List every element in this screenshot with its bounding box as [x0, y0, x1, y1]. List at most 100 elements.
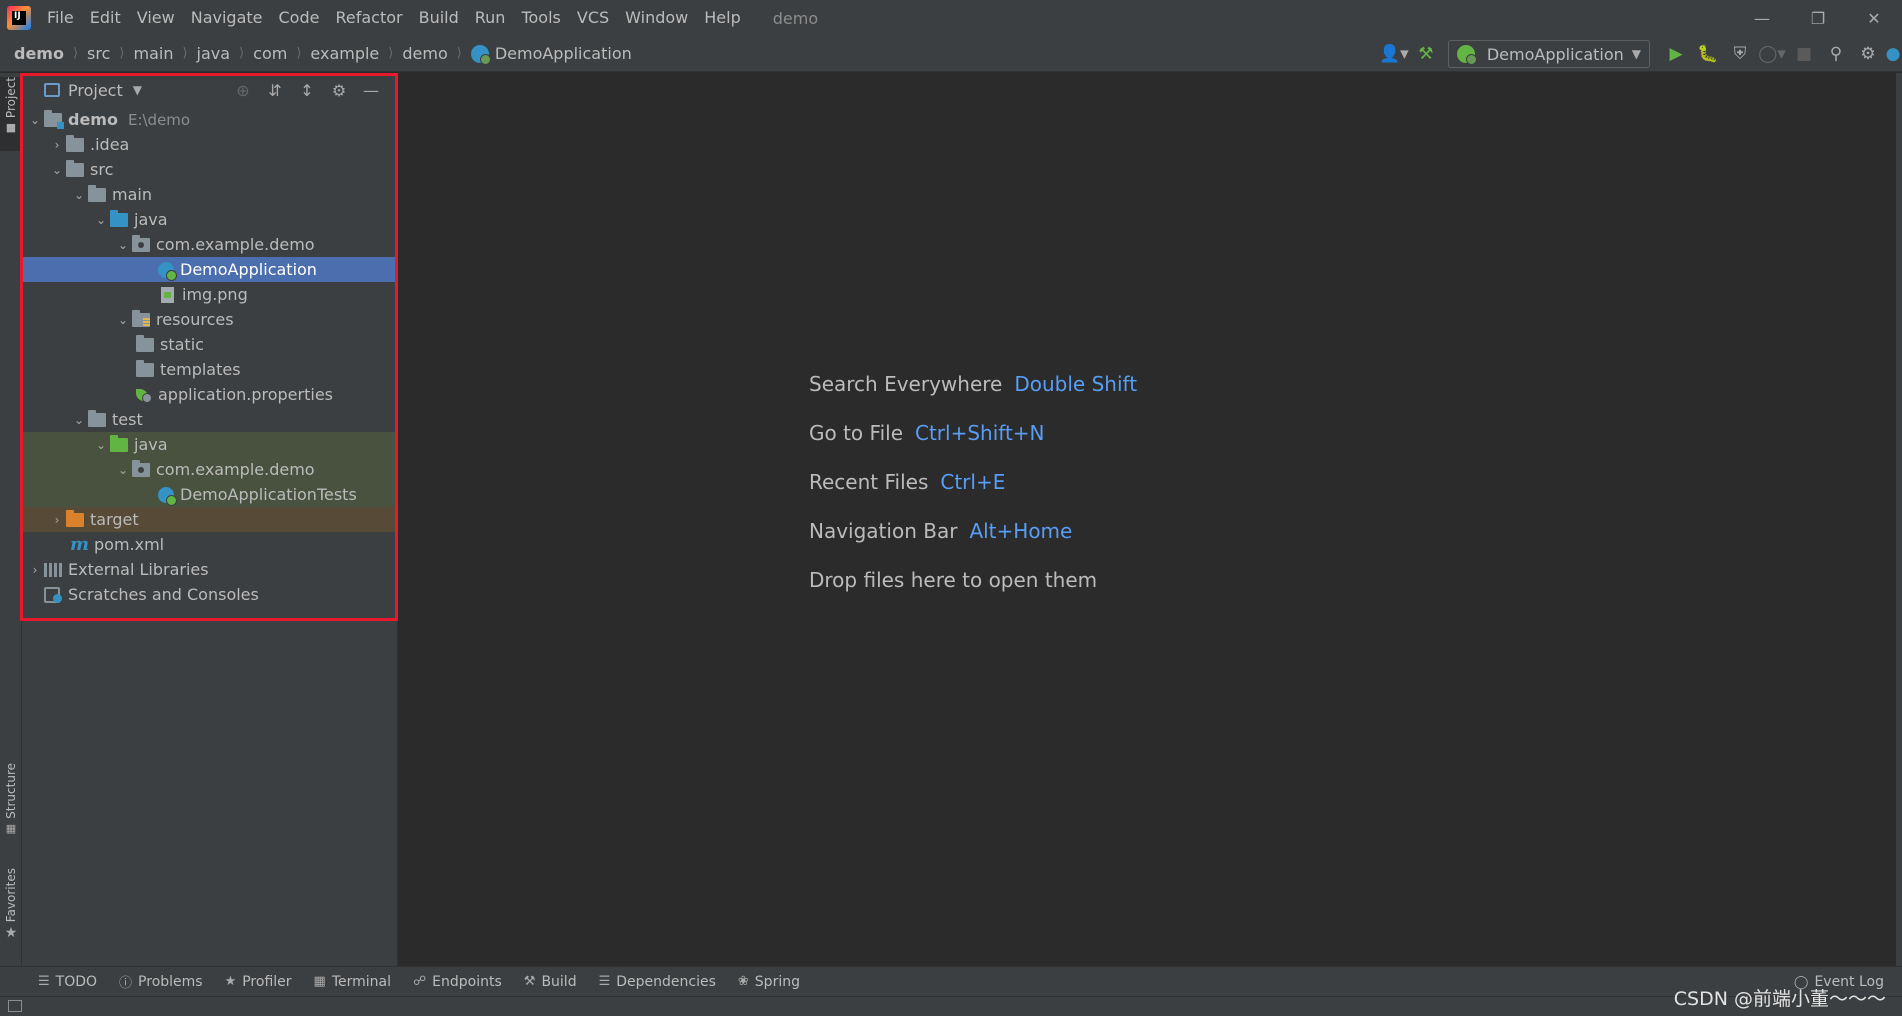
chevron-down-icon[interactable]: ⌄: [70, 413, 88, 427]
collapse-all-icon[interactable]: ↕: [291, 81, 323, 100]
tree-item-test-java[interactable]: ⌄ java: [22, 432, 397, 457]
menu-bar: IJ File Edit View Navigate Code Refactor…: [0, 0, 1902, 36]
breadcrumb-src[interactable]: src: [87, 44, 110, 63]
tree-item-java[interactable]: ⌄ java: [22, 207, 397, 232]
tree-item-target[interactable]: › target: [22, 507, 397, 532]
profile-icon[interactable]: ◯▾: [1757, 39, 1787, 69]
tool-tab-dependencies[interactable]: ☰ Dependencies: [599, 974, 716, 990]
tree-item-src[interactable]: ⌄ src: [22, 157, 397, 182]
chevron-down-icon[interactable]: ⌄: [114, 238, 132, 252]
menu-view[interactable]: View: [129, 0, 183, 36]
tree-item-demo-application[interactable]: DemoApplication: [22, 257, 397, 282]
run-configuration-selector[interactable]: DemoApplication ▼: [1447, 40, 1650, 68]
breadcrumb-demo-application[interactable]: DemoApplication: [495, 44, 632, 63]
breadcrumb-example[interactable]: example: [310, 44, 379, 63]
minimize-button[interactable]: —: [1734, 0, 1790, 36]
tool-tab-label: Endpoints: [432, 973, 502, 990]
menu-refactor[interactable]: Refactor: [327, 0, 410, 36]
tool-tab-todo[interactable]: ☰ TODO: [38, 974, 97, 990]
menu-build[interactable]: Build: [411, 0, 467, 36]
tool-tab-favorites[interactable]: Favorites ★: [0, 868, 22, 956]
menu-vcs[interactable]: VCS: [569, 0, 617, 36]
chevron-right-icon[interactable]: ›: [48, 138, 66, 152]
run-configuration-label: DemoApplication: [1486, 44, 1624, 64]
stop-icon[interactable]: ■: [1789, 39, 1819, 69]
tree-item-resources[interactable]: ⌄ resources: [22, 307, 397, 332]
menu-help[interactable]: Help: [696, 0, 748, 36]
tree-item-test-package[interactable]: ⌄ com.example.demo: [22, 457, 397, 482]
tree-item-application-properties[interactable]: application.properties: [22, 382, 397, 407]
tree-item-demo[interactable]: ⌄ demo E:\demo: [22, 107, 397, 132]
tool-tab-project[interactable]: Project ■: [0, 77, 22, 151]
chevron-down-icon[interactable]: ⌄: [114, 313, 132, 327]
chevron-right-icon[interactable]: ›: [26, 563, 44, 577]
menu-window[interactable]: Window: [617, 0, 696, 36]
breadcrumb-demo-package[interactable]: demo: [402, 44, 447, 63]
status-bar: [0, 996, 1902, 1016]
tool-tab-structure[interactable]: Structure ▦: [0, 763, 22, 843]
chevron-down-icon[interactable]: ⌄: [92, 438, 110, 452]
menu-run[interactable]: Run: [467, 0, 514, 36]
tree-item-package[interactable]: ⌄ com.example.demo: [22, 232, 397, 257]
settings-gear-icon[interactable]: ⚙: [323, 81, 355, 100]
code-with-me-icon[interactable]: ●: [1885, 39, 1901, 69]
tree-item-pom-xml[interactable]: m pom.xml: [22, 532, 397, 557]
tree-item-img-png[interactable]: img.png: [22, 282, 397, 307]
project-panel-title[interactable]: Project: [68, 81, 123, 100]
tree-item-label: DemoApplication: [180, 260, 317, 279]
chevron-down-icon[interactable]: ⌄: [48, 163, 66, 177]
restore-button[interactable]: ❐: [1790, 0, 1846, 36]
package-icon: [132, 234, 150, 252]
menu-navigate[interactable]: Navigate: [183, 0, 271, 36]
editor-area[interactable]: Search Everywhere Double Shift Go to Fil…: [399, 73, 1896, 966]
hide-panel-icon[interactable]: —: [355, 81, 387, 100]
breadcrumb-demo[interactable]: demo: [14, 44, 64, 63]
menu-edit[interactable]: Edit: [82, 0, 129, 36]
tool-tab-problems[interactable]: ⓘ Problems: [119, 972, 203, 992]
tool-tab-terminal[interactable]: ▦ Terminal: [314, 974, 391, 990]
chevron-down-icon[interactable]: ⌄: [92, 213, 110, 227]
coverage-icon[interactable]: ⛨: [1725, 39, 1755, 69]
tree-item-templates[interactable]: templates: [22, 357, 397, 382]
menu-code[interactable]: Code: [271, 0, 328, 36]
spring-boot-icon: [1456, 45, 1477, 65]
chevron-down-icon[interactable]: ▼: [133, 83, 142, 97]
breadcrumb-separator-icon: ⟩: [239, 46, 245, 61]
menu-file[interactable]: File: [39, 0, 82, 36]
settings-gear-icon[interactable]: ⚙: [1853, 39, 1883, 69]
user-icon[interactable]: 👤▾: [1379, 39, 1409, 69]
hint-label: Drop files here to open them: [809, 567, 1098, 592]
menu-tools[interactable]: Tools: [513, 0, 568, 36]
search-icon[interactable]: ⚲: [1821, 39, 1851, 69]
run-icon[interactable]: ▶: [1661, 39, 1691, 69]
breadcrumb-com[interactable]: com: [253, 44, 287, 63]
close-window-button[interactable]: ✕: [1846, 0, 1902, 36]
expand-all-icon[interactable]: ⇵: [259, 81, 291, 100]
tree-item-scratches[interactable]: Scratches and Consoles: [22, 582, 397, 607]
tree-item-main[interactable]: ⌄ main: [22, 182, 397, 207]
chevron-right-icon[interactable]: ›: [48, 513, 66, 527]
hint-go-to-file: Go to File Ctrl+Shift+N: [809, 408, 1137, 457]
chevron-down-icon[interactable]: ⌄: [114, 463, 132, 477]
package-icon: [132, 459, 150, 477]
tool-tab-label: Dependencies: [616, 973, 716, 990]
chevron-down-icon[interactable]: ⌄: [70, 188, 88, 202]
tree-item-external-libraries[interactable]: › External Libraries: [22, 557, 397, 582]
tree-item-demo-application-tests[interactable]: DemoApplicationTests: [22, 482, 397, 507]
tool-tab-spring[interactable]: ❀ Spring: [738, 974, 800, 990]
breadcrumb-java[interactable]: java: [197, 44, 231, 63]
build-hammer-icon[interactable]: ⚒: [1411, 39, 1441, 69]
tree-item-idea[interactable]: › .idea: [22, 132, 397, 157]
chevron-down-icon[interactable]: ⌄: [26, 113, 44, 127]
tool-tab-profiler[interactable]: ★ Profiler: [225, 974, 292, 990]
toggle-tool-windows-icon[interactable]: [8, 1000, 22, 1012]
hint-label: Navigation Bar: [809, 518, 958, 543]
breadcrumb-main[interactable]: main: [133, 44, 173, 63]
tree-item-test[interactable]: ⌄ test: [22, 407, 397, 432]
tool-tab-build[interactable]: ⚒ Build: [524, 974, 577, 990]
debug-icon[interactable]: 🐛: [1693, 39, 1723, 69]
hint-label: Go to File: [809, 420, 903, 445]
locate-file-icon[interactable]: ⊕: [227, 81, 259, 100]
tool-tab-endpoints[interactable]: ☍ Endpoints: [413, 974, 502, 990]
tree-item-static[interactable]: static: [22, 332, 397, 357]
